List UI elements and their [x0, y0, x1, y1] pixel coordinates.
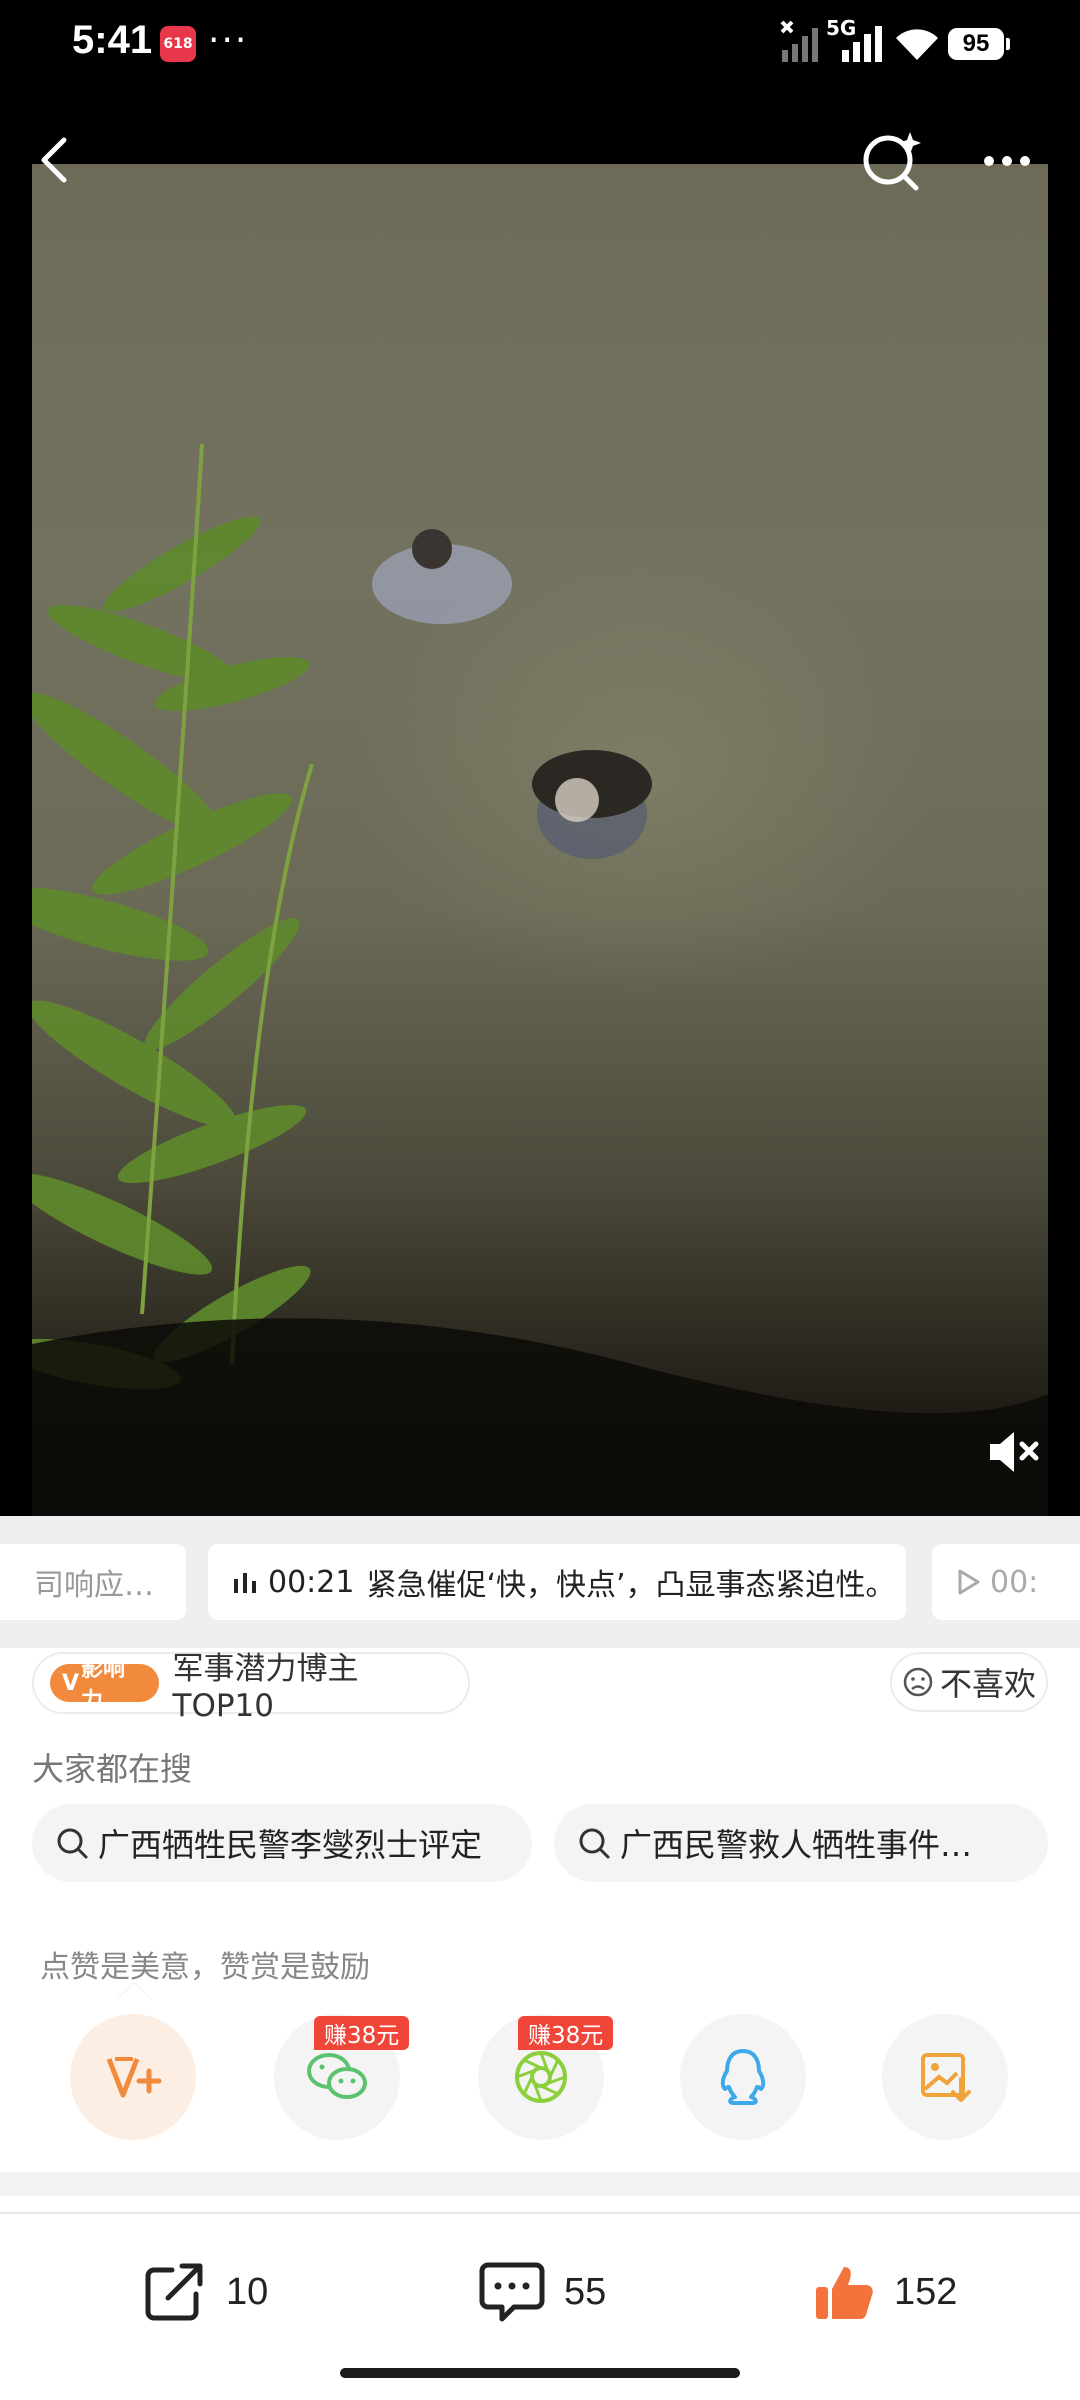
- save-image-button[interactable]: [882, 2014, 1008, 2140]
- hot-search-text: 广西牺牲民警李燮烈士评定: [98, 1826, 483, 1864]
- like-count: 152: [894, 2270, 958, 2313]
- earn-badge: 赚38元: [314, 2016, 410, 2050]
- video-frame-image: [32, 443, 1048, 1516]
- chip-time: 00:: [990, 1564, 1039, 1600]
- chip-text: 司响应…: [34, 1568, 154, 1603]
- battery-indicator: 95: [948, 28, 1010, 60]
- search-icon: [57, 1828, 88, 1859]
- influence-text: 军事潜力博主 TOP10: [172, 1650, 359, 1724]
- wechat-icon: [307, 2053, 367, 2099]
- dislike-label: 不喜欢: [939, 1665, 1036, 1703]
- more-options-icon[interactable]: [976, 126, 1038, 196]
- audio-bars-icon: [234, 1573, 256, 1593]
- dislike-button[interactable]: 不喜欢: [890, 1652, 1048, 1712]
- app-notification-icon: 618: [160, 26, 196, 62]
- reward-hint: 点赞是美意，赞赏是鼓励: [40, 1950, 370, 1985]
- search-icon: [579, 1828, 610, 1859]
- back-icon[interactable]: [28, 128, 84, 192]
- status-time: 5:41: [72, 18, 153, 62]
- influence-badge: V 影响力: [50, 1657, 159, 1714]
- earn-badge: 赚38元: [518, 2016, 614, 2050]
- more-notifications-icon: ···: [208, 20, 249, 61]
- hot-search-text: 广西民警救人牺牲事件…: [620, 1826, 973, 1864]
- share-button[interactable]: 10: [142, 2256, 268, 2328]
- signal-no-service-icon: [780, 20, 818, 62]
- save-image-icon: [921, 2053, 971, 2102]
- signal-icon: [842, 26, 882, 62]
- comment-icon: [479, 2262, 545, 2322]
- summary-chip-prev[interactable]: 司响应…: [0, 1544, 186, 1620]
- home-indicator[interactable]: [340, 2368, 740, 2378]
- v-icon: V: [62, 1670, 80, 1696]
- summary-chip-next[interactable]: 00:: [932, 1544, 1080, 1620]
- section-divider: [0, 2172, 1080, 2196]
- hint-pointer: [117, 1983, 151, 2017]
- play-icon: [958, 1569, 980, 1595]
- moments-icon: [515, 2051, 567, 2103]
- hot-search-item[interactable]: 广西民警救人牺牲事件…: [554, 1804, 1048, 1882]
- influence-badge-label: 影响力: [81, 1657, 126, 1714]
- influence-tag[interactable]: V 影响力 军事潜力博主 TOP10: [32, 1651, 470, 1724]
- like-button[interactable]: 152: [812, 2256, 957, 2328]
- video-player[interactable]: [32, 164, 1048, 1516]
- status-bar: 5:41 618 ··· 5G 95: [0, 0, 1080, 100]
- share-count: 10: [226, 2270, 269, 2313]
- ai-search-icon[interactable]: [858, 126, 928, 194]
- chip-time: 00:21: [268, 1564, 355, 1600]
- v-plus-reward-button[interactable]: [70, 2014, 196, 2140]
- qq-icon: [720, 2049, 766, 2105]
- thumbs-up-icon: [816, 2267, 873, 2319]
- hot-search-title: 大家都在搜: [32, 1750, 193, 1788]
- share-icon: [145, 2263, 203, 2321]
- wifi-icon: [896, 29, 938, 60]
- v-plus-icon: [106, 2057, 162, 2098]
- mute-icon[interactable]: [984, 1428, 1044, 1476]
- comment-count: 55: [564, 2270, 607, 2313]
- summary-chip-current[interactable]: 00:21 紧急催促‘快，快点’，凸显事态紧迫性。: [208, 1544, 906, 1620]
- chip-text: 紧急催促‘快，快点’，凸显事态紧迫性。: [366, 1568, 896, 1603]
- comment-button[interactable]: 55: [478, 2256, 606, 2328]
- share-qq-button[interactable]: [680, 2014, 806, 2140]
- divider-line: [0, 2212, 1080, 2214]
- frown-face-icon: [903, 1667, 933, 1697]
- hot-search-item[interactable]: 广西牺牲民警李燮烈士评定: [32, 1804, 532, 1882]
